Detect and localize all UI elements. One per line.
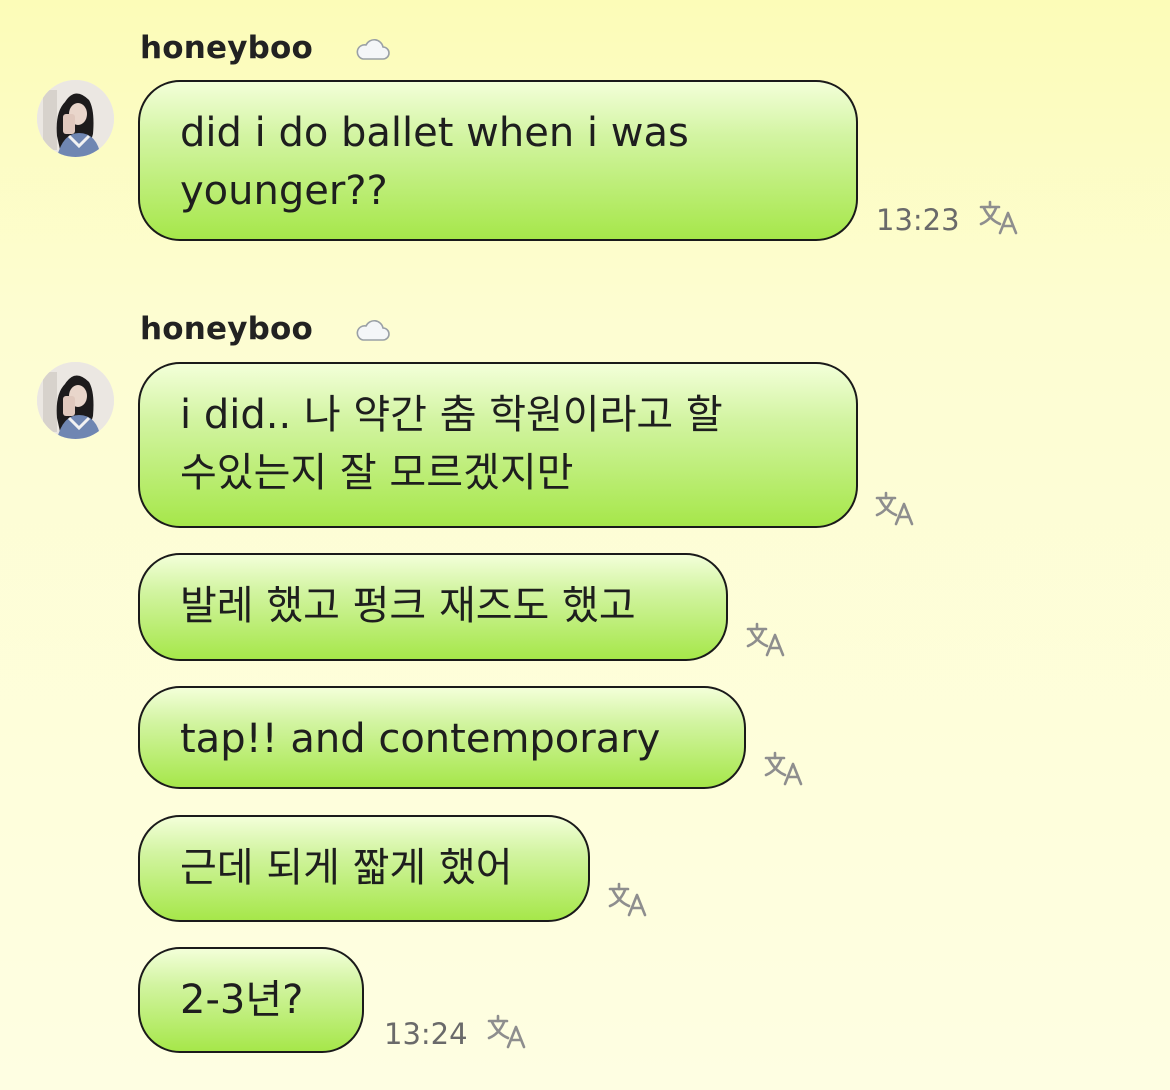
avatar-image — [37, 362, 114, 439]
message-line: did i do ballet when i was — [180, 110, 689, 156]
message-line: 수있는지 잘 모르겠지만 — [180, 450, 574, 496]
sender-name: honeybooㅤ — [140, 22, 391, 67]
message-bubble[interactable]: 2-3년? — [138, 947, 364, 1053]
avatar-image — [37, 80, 114, 157]
translate-icon[interactable] — [763, 750, 805, 788]
message-time: 13:24 — [384, 1017, 468, 1051]
message-bubble[interactable]: i did.. 나 약간 춤 학원이라고 할 수있는지 잘 모르겠지만 — [138, 362, 858, 528]
message-line: younger?? — [180, 168, 388, 214]
cloud-icon — [356, 38, 390, 60]
sender-name: honeybooㅤ — [140, 303, 391, 348]
message-bubble[interactable]: did i do ballet when i was younger?? — [138, 80, 858, 241]
avatar[interactable] — [37, 362, 114, 439]
message-bubble[interactable]: tap!! and contemporary — [138, 686, 746, 789]
message-line: 2-3년? — [180, 977, 304, 1023]
message-bubble[interactable]: 발레 했고 펑크 재즈도 했고 — [138, 553, 728, 661]
translate-icon[interactable] — [745, 621, 787, 659]
avatar[interactable] — [37, 80, 114, 157]
cloud-icon — [356, 319, 390, 341]
message-line: i did.. 나 약간 춤 학원이라고 할 — [180, 392, 723, 438]
translate-icon[interactable] — [874, 490, 916, 528]
message-line: 발레 했고 펑크 재즈도 했고 — [180, 583, 636, 629]
message-line: tap!! and contemporary — [180, 716, 661, 762]
translate-icon[interactable] — [607, 881, 649, 919]
message-bubble[interactable]: 근데 되게 짧게 했어 — [138, 815, 590, 922]
translate-icon[interactable] — [978, 199, 1020, 237]
sender-name-text: honeybooㅤ — [140, 30, 342, 66]
translate-icon[interactable] — [486, 1013, 528, 1051]
message-line: 근데 되게 짧게 했어 — [180, 845, 513, 891]
sender-name-text: honeybooㅤ — [140, 311, 342, 347]
message-time: 13:23 — [876, 203, 960, 237]
